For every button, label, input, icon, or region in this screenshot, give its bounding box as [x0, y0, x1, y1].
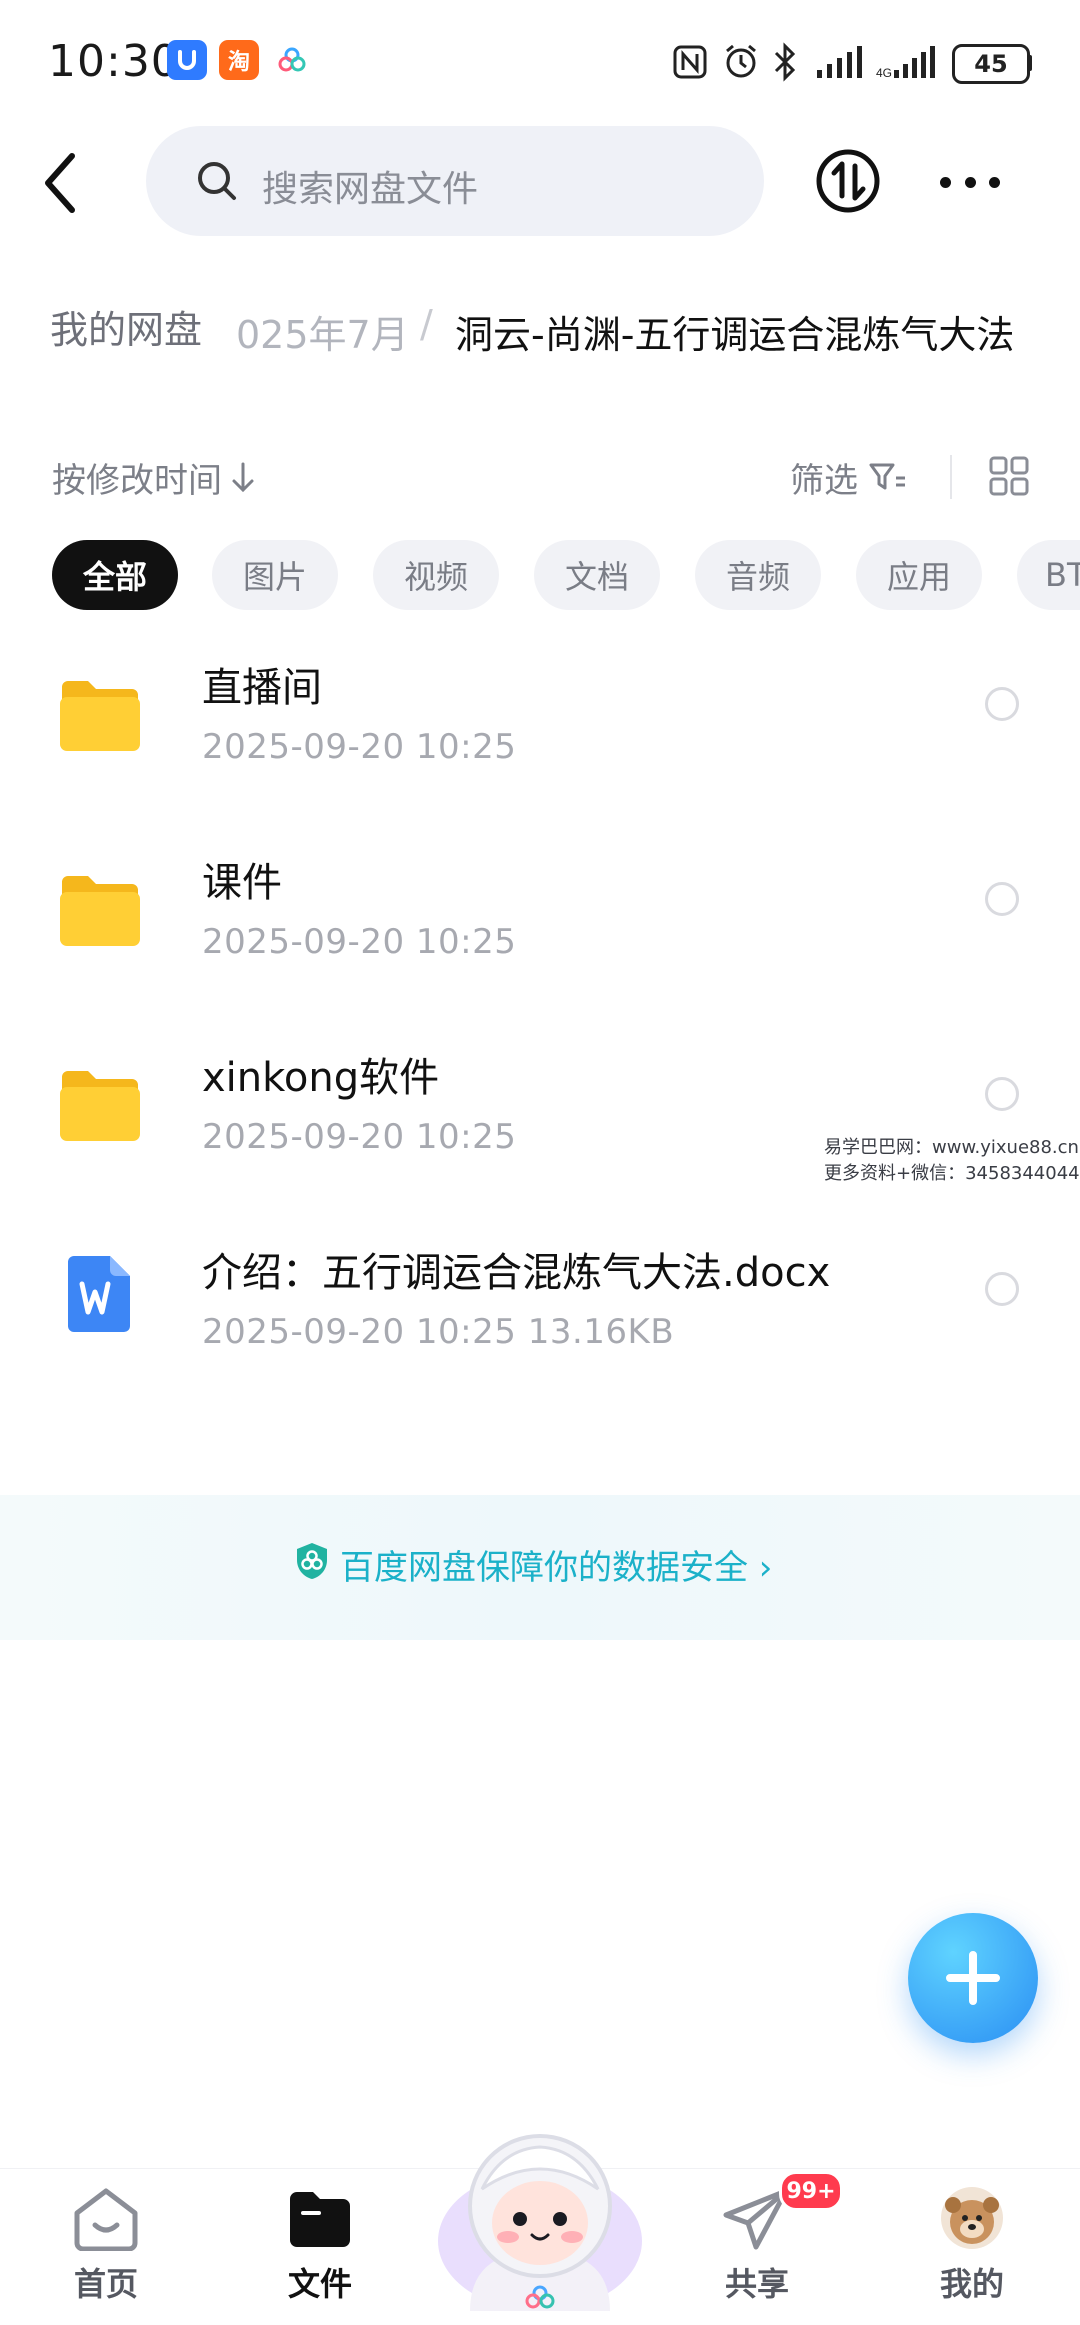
avatar [941, 2187, 1003, 2249]
svg-text:4G: 4G [876, 66, 892, 80]
file-name: xinkong软件 [202, 1055, 440, 1101]
file-meta: 2025-09-20 10:25 [202, 1117, 517, 1157]
grid-view-button[interactable] [988, 455, 1030, 501]
nav-item-profile[interactable]: 我的 [912, 2169, 1032, 2325]
nav-label: 共享 [724, 2265, 789, 2303]
folder-icon [58, 1067, 142, 1147]
watermark-line: 更多资料+微信：3458344044 [824, 1163, 1080, 1184]
filter-button[interactable]: 筛选 [790, 453, 908, 502]
tab-all[interactable]: 全部 [52, 540, 178, 610]
breadcrumb: 025年7月 我的网盘 / 洞云-尚渊-五行调运合混炼气大法 [0, 280, 1080, 370]
battery-tip [1027, 55, 1032, 71]
breadcrumb-separator: / [420, 302, 433, 346]
transfer-icon [816, 149, 880, 213]
filter-icon [869, 463, 905, 489]
tab-documents[interactable]: 文档 [534, 540, 660, 610]
bottom-nav: 首页 文件 99+ 共享 我的 [0, 2134, 1080, 2325]
more-dot-icon [989, 176, 1000, 188]
more-dot-icon [940, 176, 951, 188]
more-button[interactable] [940, 165, 1000, 199]
back-button[interactable] [40, 150, 90, 216]
watermark-text: 易学巴巴网：www.yixue88.cn 更多资料+微信：3458344044 [824, 1135, 1080, 1187]
folder-filled-icon [290, 2192, 350, 2247]
watermark-line: 易学巴巴网：www.yixue88.cn [824, 1137, 1079, 1158]
taobao-icon: 淘 [219, 40, 259, 80]
nav-label: 首页 [73, 2265, 138, 2303]
search-placeholder: 搜索网盘文件 [262, 169, 479, 210]
tab-apps[interactable]: 应用 [856, 540, 982, 610]
mascot-icon [438, 2134, 642, 2311]
breadcrumb-item-parent[interactable]: 025年7月 [236, 304, 409, 359]
alarm-icon [722, 42, 760, 84]
select-radio[interactable] [985, 1272, 1019, 1306]
tab-bt[interactable]: BT [1017, 540, 1080, 610]
list-item[interactable]: 直播间 2025-09-20 10:25 [0, 625, 1080, 820]
sort-button[interactable]: 按修改时间 [52, 453, 256, 502]
status-time: 10:30 [48, 36, 180, 87]
home-icon [74, 2188, 138, 2251]
list-item[interactable]: 课件 2025-09-20 10:25 [0, 820, 1080, 1015]
tab-videos[interactable]: 视频 [373, 540, 499, 610]
baidu-netdisk-small-icon [272, 40, 312, 80]
more-dot-icon [964, 176, 976, 188]
breadcrumb-item-current: 洞云-尚渊-五行调运合混炼气大法 [455, 313, 1015, 357]
folder-icon [58, 677, 142, 757]
add-button[interactable] [908, 1913, 1038, 2043]
nfc-icon [672, 44, 708, 84]
security-banner-text: 百度网盘保障你的数据安全 › [340, 1548, 773, 1588]
file-name: 直播间 [202, 665, 322, 711]
toolbar-divider [950, 455, 952, 499]
plus-icon [946, 1951, 1000, 2005]
nav-label: 我的 [939, 2265, 1004, 2303]
signal-2-icon: 4G [876, 44, 938, 84]
file-meta: 2025-09-20 10:25 [202, 727, 517, 767]
word-document-icon [66, 1254, 132, 1338]
select-radio[interactable] [985, 882, 1019, 916]
tab-images[interactable]: 图片 [212, 540, 338, 610]
search-icon [196, 160, 238, 206]
breadcrumb-item-root[interactable]: 我的网盘 [24, 292, 229, 360]
file-meta: 2025-09-20 10:25 [202, 922, 517, 962]
arrow-down-icon [232, 462, 254, 492]
blue-app-icon [167, 40, 207, 80]
security-banner[interactable]: 百度网盘保障你的数据安全 › [0, 1495, 1080, 1640]
search-input[interactable]: 搜索网盘文件 [146, 126, 764, 236]
battery-icon: 45 [952, 44, 1030, 84]
status-bar: 10:30 淘 4G 45 [0, 0, 1080, 120]
file-name: 课件 [202, 860, 282, 906]
folder-icon [58, 872, 142, 952]
list-item[interactable]: 介绍：五行调运合混炼气大法.docx 2025-09-20 10:25 13.1… [0, 1210, 1080, 1405]
shield-icon [294, 1541, 330, 1585]
file-list-panel: 按修改时间 筛选 全部 图片 视频 文档 音频 应用 BT 直播间 2025-0… [0, 395, 1080, 2155]
filter-label: 筛选 [790, 461, 858, 501]
file-name: 介绍：五行调运合混炼气大法.docx [202, 1250, 831, 1296]
tab-audio[interactable]: 音频 [695, 540, 821, 610]
transfer-list-button[interactable] [815, 148, 881, 214]
grid-icon [989, 456, 1029, 496]
nav-label: 文件 [287, 2265, 352, 2303]
nav-item-share[interactable]: 99+ 共享 [697, 2169, 843, 2325]
select-radio[interactable] [985, 687, 1019, 721]
nav-item-files[interactable]: 文件 [260, 2169, 380, 2325]
bluetooth-icon [772, 42, 798, 86]
share-count-badge: 99+ [779, 2171, 843, 2211]
file-meta: 2025-09-20 10:25 13.16KB [202, 1312, 675, 1352]
select-radio[interactable] [985, 1077, 1019, 1111]
sort-label: 按修改时间 [52, 461, 222, 501]
assistant-mascot-button[interactable] [430, 2111, 650, 2321]
nav-item-home[interactable]: 首页 [46, 2169, 166, 2325]
signal-icon [815, 44, 863, 84]
chevron-left-icon [45, 153, 75, 213]
